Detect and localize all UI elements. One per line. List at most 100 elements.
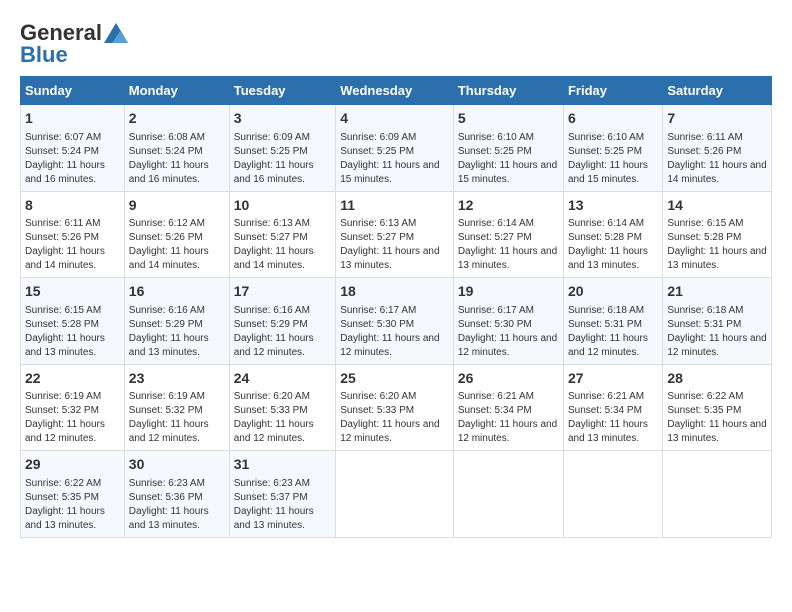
day-number: 24 [234, 369, 331, 389]
logo: General Blue [20, 20, 128, 68]
day-info: Sunrise: 6:22 AMSunset: 5:35 PMDaylight:… [667, 390, 767, 446]
calendar-cell: 7Sunrise: 6:11 AMSunset: 5:26 PMDaylight… [663, 105, 772, 192]
day-number: 26 [458, 369, 559, 389]
day-number: 15 [25, 282, 120, 302]
day-number: 28 [667, 369, 767, 389]
calendar-cell: 11Sunrise: 6:13 AMSunset: 5:27 PMDayligh… [336, 191, 454, 278]
day-number: 30 [129, 455, 225, 475]
day-number: 27 [568, 369, 658, 389]
day-number: 16 [129, 282, 225, 302]
header-cell-sunday: Sunday [21, 77, 125, 105]
logo-blue: Blue [20, 42, 68, 68]
day-info: Sunrise: 6:19 AMSunset: 5:32 PMDaylight:… [129, 390, 225, 446]
calendar-cell [563, 451, 662, 538]
day-number: 8 [25, 196, 120, 216]
calendar-cell: 18Sunrise: 6:17 AMSunset: 5:30 PMDayligh… [336, 278, 454, 365]
calendar-cell: 12Sunrise: 6:14 AMSunset: 5:27 PMDayligh… [453, 191, 563, 278]
day-info: Sunrise: 6:15 AMSunset: 5:28 PMDaylight:… [667, 217, 767, 273]
day-number: 2 [129, 109, 225, 129]
calendar-cell: 16Sunrise: 6:16 AMSunset: 5:29 PMDayligh… [124, 278, 229, 365]
calendar-cell: 8Sunrise: 6:11 AMSunset: 5:26 PMDaylight… [21, 191, 125, 278]
day-info: Sunrise: 6:17 AMSunset: 5:30 PMDaylight:… [458, 304, 559, 360]
day-info: Sunrise: 6:09 AMSunset: 5:25 PMDaylight:… [234, 131, 331, 187]
day-number: 9 [129, 196, 225, 216]
day-info: Sunrise: 6:14 AMSunset: 5:27 PMDaylight:… [458, 217, 559, 273]
day-number: 6 [568, 109, 658, 129]
header-row: SundayMondayTuesdayWednesdayThursdayFrid… [21, 77, 772, 105]
day-info: Sunrise: 6:22 AMSunset: 5:35 PMDaylight:… [25, 477, 120, 533]
calendar-cell: 9Sunrise: 6:12 AMSunset: 5:26 PMDaylight… [124, 191, 229, 278]
day-info: Sunrise: 6:13 AMSunset: 5:27 PMDaylight:… [340, 217, 449, 273]
day-info: Sunrise: 6:11 AMSunset: 5:26 PMDaylight:… [25, 217, 120, 273]
calendar-cell: 17Sunrise: 6:16 AMSunset: 5:29 PMDayligh… [229, 278, 335, 365]
day-info: Sunrise: 6:10 AMSunset: 5:25 PMDaylight:… [568, 131, 658, 187]
day-number: 25 [340, 369, 449, 389]
day-info: Sunrise: 6:21 AMSunset: 5:34 PMDaylight:… [458, 390, 559, 446]
calendar-cell: 25Sunrise: 6:20 AMSunset: 5:33 PMDayligh… [336, 364, 454, 451]
calendar-cell: 19Sunrise: 6:17 AMSunset: 5:30 PMDayligh… [453, 278, 563, 365]
day-number: 21 [667, 282, 767, 302]
calendar-cell: 30Sunrise: 6:23 AMSunset: 5:36 PMDayligh… [124, 451, 229, 538]
day-number: 14 [667, 196, 767, 216]
day-number: 17 [234, 282, 331, 302]
day-number: 23 [129, 369, 225, 389]
day-number: 20 [568, 282, 658, 302]
day-info: Sunrise: 6:23 AMSunset: 5:37 PMDaylight:… [234, 477, 331, 533]
calendar-cell: 14Sunrise: 6:15 AMSunset: 5:28 PMDayligh… [663, 191, 772, 278]
logo-icon [104, 23, 128, 43]
day-info: Sunrise: 6:19 AMSunset: 5:32 PMDaylight:… [25, 390, 120, 446]
day-info: Sunrise: 6:08 AMSunset: 5:24 PMDaylight:… [129, 131, 225, 187]
day-info: Sunrise: 6:20 AMSunset: 5:33 PMDaylight:… [234, 390, 331, 446]
header-cell-tuesday: Tuesday [229, 77, 335, 105]
calendar-cell: 28Sunrise: 6:22 AMSunset: 5:35 PMDayligh… [663, 364, 772, 451]
calendar-cell: 22Sunrise: 6:19 AMSunset: 5:32 PMDayligh… [21, 364, 125, 451]
calendar-cell [453, 451, 563, 538]
calendar-cell: 5Sunrise: 6:10 AMSunset: 5:25 PMDaylight… [453, 105, 563, 192]
day-info: Sunrise: 6:16 AMSunset: 5:29 PMDaylight:… [234, 304, 331, 360]
day-number: 12 [458, 196, 559, 216]
header-cell-friday: Friday [563, 77, 662, 105]
calendar-cell: 29Sunrise: 6:22 AMSunset: 5:35 PMDayligh… [21, 451, 125, 538]
calendar-week-row: 29Sunrise: 6:22 AMSunset: 5:35 PMDayligh… [21, 451, 772, 538]
page-header: General Blue [20, 20, 772, 68]
calendar-week-row: 15Sunrise: 6:15 AMSunset: 5:28 PMDayligh… [21, 278, 772, 365]
calendar-cell: 31Sunrise: 6:23 AMSunset: 5:37 PMDayligh… [229, 451, 335, 538]
day-number: 13 [568, 196, 658, 216]
day-info: Sunrise: 6:16 AMSunset: 5:29 PMDaylight:… [129, 304, 225, 360]
day-info: Sunrise: 6:15 AMSunset: 5:28 PMDaylight:… [25, 304, 120, 360]
day-info: Sunrise: 6:13 AMSunset: 5:27 PMDaylight:… [234, 217, 331, 273]
calendar-cell: 2Sunrise: 6:08 AMSunset: 5:24 PMDaylight… [124, 105, 229, 192]
day-number: 3 [234, 109, 331, 129]
calendar-week-row: 8Sunrise: 6:11 AMSunset: 5:26 PMDaylight… [21, 191, 772, 278]
day-info: Sunrise: 6:10 AMSunset: 5:25 PMDaylight:… [458, 131, 559, 187]
calendar-cell: 27Sunrise: 6:21 AMSunset: 5:34 PMDayligh… [563, 364, 662, 451]
calendar-cell: 20Sunrise: 6:18 AMSunset: 5:31 PMDayligh… [563, 278, 662, 365]
calendar-cell [336, 451, 454, 538]
day-info: Sunrise: 6:20 AMSunset: 5:33 PMDaylight:… [340, 390, 449, 446]
day-info: Sunrise: 6:09 AMSunset: 5:25 PMDaylight:… [340, 131, 449, 187]
day-info: Sunrise: 6:14 AMSunset: 5:28 PMDaylight:… [568, 217, 658, 273]
day-number: 10 [234, 196, 331, 216]
day-number: 1 [25, 109, 120, 129]
calendar-table: SundayMondayTuesdayWednesdayThursdayFrid… [20, 76, 772, 538]
day-number: 7 [667, 109, 767, 129]
day-info: Sunrise: 6:18 AMSunset: 5:31 PMDaylight:… [568, 304, 658, 360]
calendar-week-row: 22Sunrise: 6:19 AMSunset: 5:32 PMDayligh… [21, 364, 772, 451]
day-number: 31 [234, 455, 331, 475]
day-number: 19 [458, 282, 559, 302]
day-number: 29 [25, 455, 120, 475]
day-info: Sunrise: 6:17 AMSunset: 5:30 PMDaylight:… [340, 304, 449, 360]
header-cell-wednesday: Wednesday [336, 77, 454, 105]
day-info: Sunrise: 6:23 AMSunset: 5:36 PMDaylight:… [129, 477, 225, 533]
calendar-cell: 23Sunrise: 6:19 AMSunset: 5:32 PMDayligh… [124, 364, 229, 451]
day-number: 22 [25, 369, 120, 389]
day-number: 18 [340, 282, 449, 302]
day-info: Sunrise: 6:18 AMSunset: 5:31 PMDaylight:… [667, 304, 767, 360]
calendar-cell: 24Sunrise: 6:20 AMSunset: 5:33 PMDayligh… [229, 364, 335, 451]
calendar-cell: 3Sunrise: 6:09 AMSunset: 5:25 PMDaylight… [229, 105, 335, 192]
day-info: Sunrise: 6:07 AMSunset: 5:24 PMDaylight:… [25, 131, 120, 187]
calendar-cell: 15Sunrise: 6:15 AMSunset: 5:28 PMDayligh… [21, 278, 125, 365]
header-cell-saturday: Saturday [663, 77, 772, 105]
calendar-cell: 13Sunrise: 6:14 AMSunset: 5:28 PMDayligh… [563, 191, 662, 278]
calendar-cell: 10Sunrise: 6:13 AMSunset: 5:27 PMDayligh… [229, 191, 335, 278]
